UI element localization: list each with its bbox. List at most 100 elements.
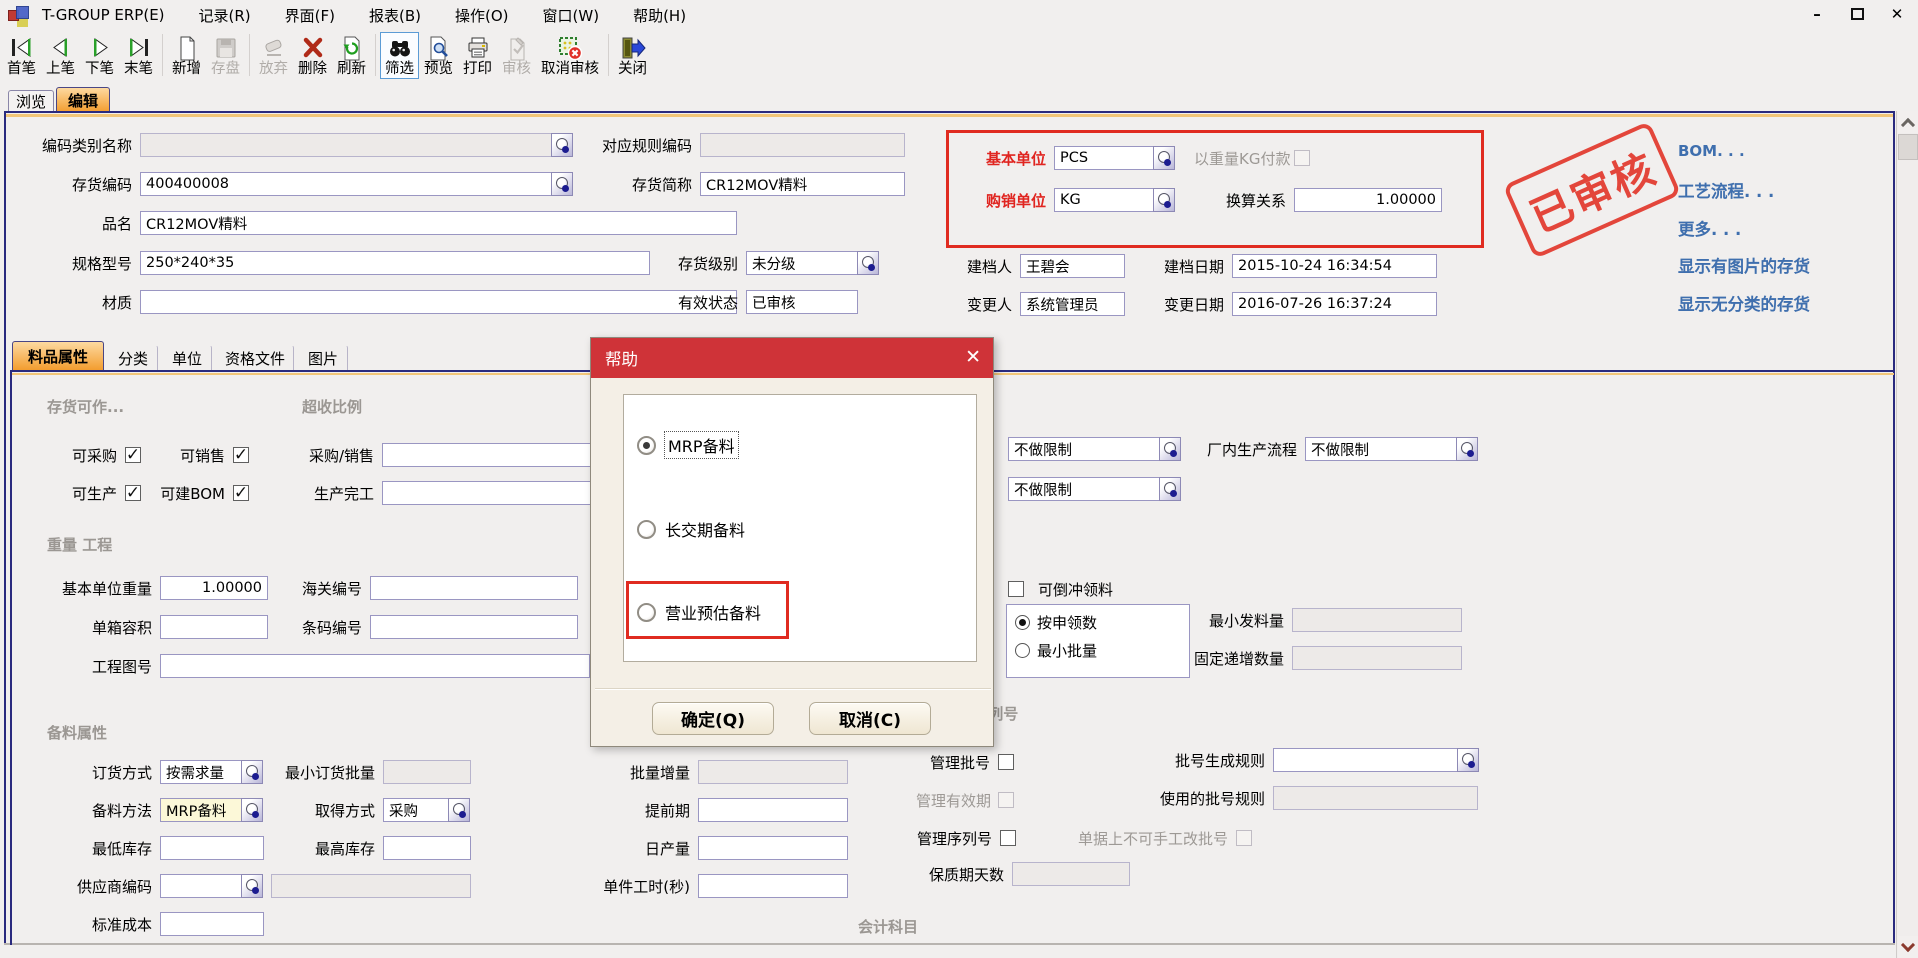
issue-by-request[interactable]: 按申领数 — [1015, 612, 1189, 633]
toolbar-unaudit-button[interactable]: 取消审核 — [536, 32, 604, 79]
link-bom[interactable]: BOM. . . — [1678, 142, 1745, 160]
toolbar-preview-button[interactable]: 预览 — [419, 32, 458, 79]
min-stock-input[interactable] — [160, 836, 264, 860]
unit-work-time-input[interactable] — [698, 874, 848, 898]
bom-allowed-checkbox[interactable]: ✓ — [233, 485, 249, 501]
lookup-icon[interactable] — [1153, 188, 1175, 212]
toolbar-last-button[interactable]: 末笔 — [119, 32, 158, 79]
toolbar-filter-button[interactable]: 筛选 — [380, 32, 419, 79]
tab-item-attributes[interactable]: 料品属性 — [12, 341, 104, 370]
toolbar-prev-button[interactable]: 上笔 — [41, 32, 80, 79]
issue-min-batch[interactable]: 最小批量 — [1015, 640, 1189, 661]
long-leadtime-radio[interactable] — [637, 520, 656, 539]
barcode-input[interactable] — [370, 615, 578, 639]
by-request-radio[interactable] — [1015, 615, 1030, 630]
product-name-input[interactable]: CR12MOV精料 — [140, 211, 737, 235]
link-show-with-images[interactable]: 显示有图片的存货 — [1678, 253, 1810, 277]
menu-record[interactable]: 记录(R) — [199, 5, 251, 26]
base-unit-weight-input[interactable]: 1.00000 — [160, 576, 268, 600]
lookup-icon[interactable] — [241, 874, 263, 898]
standard-cost-input[interactable] — [160, 912, 264, 936]
lookup-icon[interactable] — [857, 251, 879, 275]
box-volume-input[interactable] — [160, 615, 268, 639]
minimize-button[interactable]: – — [1806, 4, 1828, 24]
link-show-unclassified[interactable]: 显示无分类的存货 — [1678, 291, 1810, 315]
producible-checkbox[interactable]: ✓ — [125, 485, 141, 501]
scroll-down-button[interactable] — [1898, 936, 1918, 958]
tab-unit[interactable]: 单位 — [162, 345, 212, 370]
max-stock-input[interactable] — [383, 836, 471, 860]
factory-process-input[interactable]: 不做限制 — [1305, 437, 1457, 461]
lookup-icon[interactable] — [1153, 146, 1175, 170]
close-window-button[interactable]: ✕ — [1886, 4, 1908, 24]
lookup-icon[interactable] — [241, 760, 263, 784]
inventory-level-input[interactable]: 未分级 — [746, 251, 858, 275]
menu-report[interactable]: 报表(B) — [369, 5, 421, 26]
dialog-close-icon[interactable]: ✕ — [965, 346, 981, 368]
dialog-cancel-button[interactable]: 取消(C) — [809, 702, 931, 735]
supplier-code-input[interactable] — [160, 874, 242, 898]
restore-button[interactable] — [1846, 4, 1868, 24]
daily-output-input[interactable] — [698, 836, 848, 860]
no-limit-1-input[interactable]: 不做限制 — [1008, 437, 1160, 461]
link-more[interactable]: 更多. . . — [1678, 216, 1741, 240]
lookup-icon[interactable] — [1159, 437, 1181, 461]
tab-qualification-files[interactable]: 资格文件 — [216, 345, 294, 370]
drawing-number-input[interactable] — [160, 654, 590, 678]
production-finish-ratio-input[interactable] — [382, 481, 592, 505]
link-process-flow[interactable]: 工艺流程. . . — [1678, 178, 1774, 202]
lookup-icon[interactable] — [448, 798, 470, 822]
toolbar-delete-button[interactable]: 删除 — [293, 32, 332, 79]
backflush-checkbox[interactable] — [1008, 581, 1024, 597]
base-unit-input[interactable]: PCS — [1054, 146, 1154, 170]
dialog-ok-button[interactable]: 确定(Q) — [652, 702, 774, 735]
lot-rule-input[interactable] — [1273, 748, 1458, 772]
toolbar-refresh-button[interactable]: 刷新 — [332, 32, 371, 79]
tab-classification[interactable]: 分类 — [108, 345, 158, 370]
purchase-sales-ratio-input[interactable] — [382, 443, 592, 467]
trade-unit-input[interactable]: KG — [1054, 188, 1154, 212]
customs-code-input[interactable] — [370, 576, 578, 600]
toolbar-print-button[interactable]: 打印 — [458, 32, 497, 79]
option-mrp-stocking[interactable]: MRP备料 — [637, 432, 738, 458]
toolbar-next-button[interactable]: 下笔 — [80, 32, 119, 79]
toolbar-close-button[interactable]: 关闭 — [613, 32, 652, 79]
menu-operate[interactable]: 操作(O) — [455, 5, 509, 26]
scrollbar-thumb[interactable] — [1898, 134, 1918, 160]
inventory-short-name-input[interactable]: CR12MOV精料 — [700, 172, 905, 196]
lookup-icon[interactable] — [1457, 748, 1479, 772]
rule-code-input[interactable] — [700, 133, 905, 157]
option-long-leadtime-stocking[interactable]: 长交期备料 — [637, 517, 745, 541]
manage-lot-checkbox[interactable] — [998, 754, 1014, 770]
stocking-method-input[interactable]: MRP备料 — [160, 798, 242, 822]
code-category-name-input[interactable] — [140, 133, 552, 157]
order-method-input[interactable]: 按需求量 — [160, 760, 242, 784]
spec-model-input[interactable]: 250*240*35 — [140, 251, 650, 275]
menu-window[interactable]: 窗口(W) — [543, 5, 600, 26]
lookup-icon[interactable] — [241, 798, 263, 822]
inventory-code-input[interactable]: 400400008 — [140, 172, 552, 196]
toolbar-first-button[interactable]: 首笔 — [2, 32, 41, 79]
menu-tgroup-erp[interactable]: T-GROUP ERP(E) — [42, 6, 165, 24]
tab-edit[interactable]: 编辑 — [56, 87, 110, 112]
lookup-icon[interactable] — [551, 133, 573, 157]
tab-browse[interactable]: 浏览 — [8, 90, 54, 112]
material-input[interactable] — [140, 290, 737, 314]
conversion-ratio-input[interactable]: 1.00000 — [1294, 188, 1442, 212]
mrp-stocking-radio[interactable] — [637, 436, 656, 455]
dialog-titlebar[interactable]: 帮助 — [591, 338, 993, 378]
acquisition-method-input[interactable]: 采购 — [383, 798, 449, 822]
vertical-scrollbar[interactable] — [1896, 111, 1918, 958]
scroll-up-button[interactable] — [1898, 111, 1918, 133]
lookup-icon[interactable] — [551, 172, 573, 196]
no-limit-2-input[interactable]: 不做限制 — [1008, 477, 1160, 501]
purchasable-checkbox[interactable]: ✓ — [125, 447, 141, 463]
lookup-icon[interactable] — [1456, 437, 1478, 461]
tab-images[interactable]: 图片 — [298, 345, 348, 370]
sellable-checkbox[interactable]: ✓ — [233, 447, 249, 463]
toolbar-new-button[interactable]: 新增 — [167, 32, 206, 79]
lookup-icon[interactable] — [1159, 477, 1181, 501]
menu-help[interactable]: 帮助(H) — [633, 5, 686, 26]
menu-interface[interactable]: 界面(F) — [285, 5, 335, 26]
min-batch-radio[interactable] — [1015, 643, 1030, 658]
